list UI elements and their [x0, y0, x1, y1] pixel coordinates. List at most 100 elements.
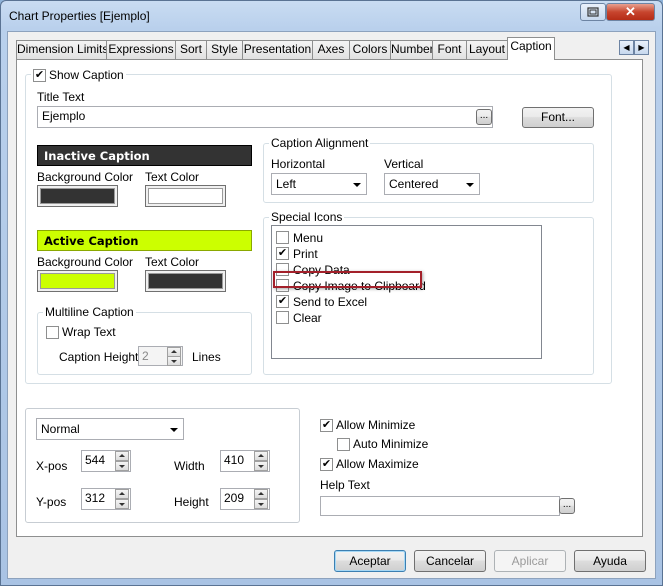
restore-icon [587, 7, 599, 17]
tab-axes[interactable]: Axes [312, 40, 350, 59]
dialog-window: Chart Properties [Ejemplo] ✕ Dimension L… [0, 0, 663, 586]
title-text-label: Title Text [37, 90, 85, 104]
special-icon-item[interactable]: ✔ Print [276, 246, 318, 261]
active-bg-color-swatch[interactable] [37, 270, 118, 292]
height-value: 209 [224, 491, 245, 505]
tab-style[interactable]: Style [206, 40, 243, 59]
xpos-down-button[interactable] [115, 461, 129, 471]
window-state-select[interactable]: Normal [36, 418, 184, 440]
tab-layout[interactable]: Layout [466, 40, 508, 59]
allow-maximize-checkbox[interactable]: ✔ [320, 458, 333, 471]
wrap-text-label: Wrap Text [62, 325, 116, 339]
chevron-right-icon: ▶ [638, 43, 645, 52]
allow-maximize-label: Allow Maximize [336, 457, 419, 471]
multiline-caption-label: Multiline Caption [43, 305, 136, 319]
chevron-down-icon [170, 428, 178, 432]
accept-button[interactable]: Aceptar [334, 550, 406, 572]
active-text-color-swatch[interactable] [145, 270, 226, 292]
horizontal-label: Horizontal [271, 157, 326, 171]
font-button[interactable]: Font... [522, 107, 594, 128]
tab-scroll-right-button[interactable]: ▶ [634, 40, 649, 55]
width-down-button[interactable] [254, 461, 268, 471]
tab-expressions[interactable]: Expressions [106, 40, 176, 59]
special-icon-label: Send to Excel [293, 294, 368, 309]
special-icon-checkbox[interactable]: ✔ [276, 295, 289, 308]
help-text-browse-button[interactable]: ... [559, 498, 575, 514]
active-caption-title: Active Caption [44, 234, 139, 248]
caption-height-value: 2 [142, 349, 149, 363]
special-icon-item[interactable]: Menu [276, 230, 323, 245]
active-text-color-label: Text Color [145, 255, 200, 269]
allow-minimize-checkbox[interactable]: ✔ [320, 419, 333, 432]
caption-height-label: Caption Height [59, 350, 139, 364]
horizontal-select-value: Left [276, 177, 297, 191]
special-icons-list[interactable]: Menu ✔ Print Copy Data Copy Image to Clipboa… [271, 225, 542, 359]
height-down-button[interactable] [254, 499, 268, 509]
special-icon-item[interactable]: ✔ Send to Excel [276, 294, 367, 309]
lines-label: Lines [192, 350, 221, 364]
chevron-down-icon [353, 183, 361, 187]
tab-font[interactable]: Font [432, 40, 467, 59]
close-icon: ✕ [625, 4, 636, 19]
tab-dimension-limits[interactable]: Dimension Limits [16, 40, 108, 59]
special-icon-label: Menu [293, 230, 324, 245]
ypos-value: 312 [85, 491, 106, 505]
height-up-button[interactable] [254, 489, 268, 499]
caption-alignment-label: Caption Alignment [269, 136, 371, 150]
allow-minimize-label: Allow Minimize [336, 418, 416, 432]
inactive-caption-header: Inactive Caption [37, 145, 252, 166]
xpos-value: 544 [85, 453, 106, 467]
title-text-browse-button[interactable]: ... [476, 109, 492, 125]
ypos-down-button[interactable] [115, 499, 129, 509]
vertical-select-value: Centered [389, 177, 439, 191]
help-text-field[interactable] [320, 496, 560, 516]
inactive-text-color-swatch[interactable] [145, 185, 226, 207]
ypos-stepper[interactable]: 312 [81, 488, 131, 510]
inactive-caption-title: Inactive Caption [44, 149, 150, 163]
tab-number[interactable]: Number [390, 40, 434, 59]
chevron-down-icon [466, 183, 474, 187]
width-value: 410 [224, 453, 245, 467]
special-icon-checkbox[interactable]: ✔ [276, 247, 289, 260]
xpos-stepper[interactable]: 544 [81, 450, 131, 472]
show-caption-label: Show Caption [49, 68, 124, 82]
title-text-field[interactable]: Ejemplo [37, 106, 493, 128]
apply-button: Aplicar [494, 550, 566, 572]
horizontal-select[interactable]: Left [271, 173, 367, 195]
auto-minimize-checkbox[interactable] [337, 438, 350, 451]
inactive-bg-color-swatch[interactable] [37, 185, 118, 207]
xpos-up-button[interactable] [115, 451, 129, 461]
special-icon-checkbox[interactable] [276, 231, 289, 244]
active-bg-color-label: Background Color [37, 255, 134, 269]
tab-caption[interactable]: Caption [507, 37, 555, 60]
window-state-value: Normal [41, 422, 80, 436]
restore-button[interactable] [580, 3, 606, 21]
tab-colors[interactable]: Colors [349, 40, 391, 59]
caption-height-stepper: 2 [138, 346, 183, 366]
ypos-up-button[interactable] [115, 489, 129, 499]
chevron-left-icon: ◀ [623, 43, 630, 52]
xpos-label: X-pos [36, 459, 68, 473]
tab-presentation[interactable]: Presentation [242, 40, 313, 59]
special-icon-label: Print [293, 246, 318, 261]
tab-scroll-left-button[interactable]: ◀ [619, 40, 634, 55]
width-up-button[interactable] [254, 451, 268, 461]
copy-image-highlight [273, 271, 422, 288]
cancel-button[interactable]: Cancelar [414, 550, 486, 572]
inactive-text-color-label: Text Color [145, 170, 200, 184]
window-title: Chart Properties [Ejemplo] [9, 9, 150, 23]
dialog-client: Dimension Limits Expressions Sort Style Pres… [7, 31, 656, 579]
wrap-text-checkbox[interactable] [46, 326, 59, 339]
tab-sort[interactable]: Sort [175, 40, 207, 59]
width-stepper[interactable]: 410 [220, 450, 270, 472]
height-stepper[interactable]: 209 [220, 488, 270, 510]
close-button[interactable]: ✕ [606, 3, 655, 21]
show-caption-toggle[interactable]: ✔ Show Caption [31, 68, 126, 82]
special-icon-label: Clear [293, 310, 322, 325]
special-icon-checkbox[interactable] [276, 311, 289, 324]
help-button[interactable]: Ayuda [574, 550, 646, 572]
show-caption-checkbox[interactable]: ✔ [33, 68, 46, 82]
vertical-select[interactable]: Centered [384, 173, 480, 195]
active-caption-header: Active Caption [37, 230, 252, 251]
special-icon-item[interactable]: Clear [276, 310, 322, 325]
